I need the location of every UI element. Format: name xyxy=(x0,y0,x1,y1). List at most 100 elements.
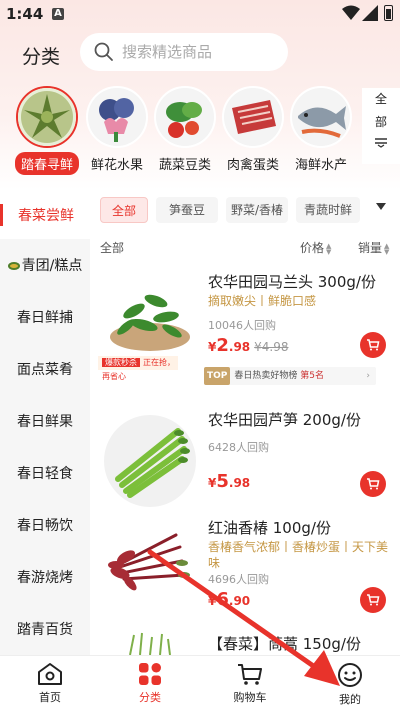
bottom-nav: 首页 分类 购物车 我的 xyxy=(0,655,400,711)
price-dec: .90 xyxy=(228,594,251,608)
product-price: ¥2.98 ¥4.98 xyxy=(208,335,289,356)
nav-label: 分类 xyxy=(139,691,161,704)
top-category-label: 肉禽蛋类 xyxy=(226,158,279,173)
nav-label: 购物车 xyxy=(233,691,267,704)
sidebar-item-qingtuan[interactable]: 青团/糕点 xyxy=(0,241,90,291)
rank-text: 春日热卖好物榜 xyxy=(234,371,298,381)
nav-label: 首页 xyxy=(39,691,61,704)
signal-icon xyxy=(362,5,378,21)
sidebar-item-drinks[interactable]: 春日畅饮 xyxy=(0,501,90,551)
rank-banner[interactable]: TOP 春日热卖好物榜 第5名 › xyxy=(204,367,376,385)
top-category-label: 海鲜水产 xyxy=(294,158,347,173)
price-dec: .98 xyxy=(228,340,251,354)
price-dec: .98 xyxy=(228,476,251,490)
home-icon xyxy=(38,663,62,685)
sort-arrows-icon: ▲ ▼ xyxy=(326,241,332,256)
add-to-cart-button[interactable] xyxy=(360,332,386,358)
product-buyers: 10046人回购 xyxy=(208,319,276,332)
sort-bar: 全部 价格 ▲ ▼ 销量 ▲ ▼ xyxy=(90,239,400,261)
add-to-cart-button[interactable] xyxy=(360,587,386,613)
search-input[interactable] xyxy=(122,33,282,71)
sidebar-item-selected[interactable]: 春菜尝鲜 xyxy=(0,195,90,235)
top-category-spring[interactable]: 踏春寻鲜 xyxy=(12,86,82,175)
smiley-icon xyxy=(338,663,362,687)
rank-position: 第5名 xyxy=(300,371,325,381)
top-category-meat-eggs[interactable]: 肉禽蛋类 xyxy=(218,86,288,175)
seafood-image xyxy=(290,86,352,148)
sidebar-item-light-meals[interactable]: 春日轻食 xyxy=(0,449,90,499)
product-image xyxy=(100,631,200,655)
all-label-1: 全 xyxy=(374,92,387,106)
page-title: 分类 xyxy=(22,46,61,68)
sort-sales-label: 销量 xyxy=(358,241,383,255)
top-category-label: 踏春寻鲜 xyxy=(14,152,79,175)
price-original: ¥4.98 xyxy=(254,340,289,354)
category-sidebar: 青团/糕点 春日鲜捕 面点菜肴 春日鲜果 春日轻食 春日畅饮 春游烧烤 踏青百货 xyxy=(0,239,90,655)
sidebar-item-label: 春菜尝鲜 xyxy=(18,208,74,224)
product-name: 农华田园马兰头 300g/份 xyxy=(208,273,376,291)
selected-indicator xyxy=(0,204,3,226)
spring-fresh-image xyxy=(16,86,78,148)
chip-all[interactable]: 全部 xyxy=(100,197,148,223)
status-time: 1:44 xyxy=(6,5,44,23)
product-card[interactable]: 爆款秒杀 正在抢，再省心 农华田园马兰头 300g/份 摘取嫩尖丨鲜脆口感 100… xyxy=(90,271,400,396)
product-card[interactable]: 红油香椿 100g/份 香椿香气浓郁丨香椿炒蛋丨天下美味 4696人回购 ¥6.… xyxy=(90,517,400,642)
sort-sales[interactable]: 销量 ▲ ▼ xyxy=(358,239,389,256)
nav-home[interactable]: 首页 xyxy=(10,662,90,705)
wifi-icon xyxy=(342,5,360,20)
nav-cart[interactable]: 购物车 xyxy=(210,662,290,705)
product-name: 【春菜】茼蒿 150g/份 xyxy=(208,635,361,653)
chip-wild-greens[interactable]: 野菜/香椿 xyxy=(226,197,288,223)
product-image xyxy=(100,517,200,617)
cart-icon xyxy=(367,594,380,606)
promo-badge: 爆款秒杀 正在抢，再省心 xyxy=(98,356,178,381)
menu-icon xyxy=(375,138,387,148)
promo-tag: 爆款秒杀 xyxy=(102,358,140,367)
top-category-seafood[interactable]: 海鲜水产 xyxy=(286,86,356,175)
status-bar: 1:44 A xyxy=(0,0,400,28)
battery-icon xyxy=(384,5,393,21)
price-int: 6 xyxy=(216,589,229,610)
sort-price[interactable]: 价格 ▲ ▼ xyxy=(300,239,331,256)
sidebar-item-bbq[interactable]: 春游烧烤 xyxy=(0,553,90,603)
category-grid-icon xyxy=(139,663,161,685)
top-category-vegetables[interactable]: 蔬菜豆类 xyxy=(150,86,220,175)
filter-chips: 全部 笋蚕豆 野菜/香椿 青蔬时鲜 xyxy=(98,197,398,223)
sort-price-label: 价格 xyxy=(300,241,325,255)
product-buyers: 4696人回购 xyxy=(208,573,269,586)
product-card[interactable]: 【春菜】茼蒿 150g/份 xyxy=(90,631,400,655)
flowers-fruits-image xyxy=(86,86,148,148)
chip-bamboo-beans[interactable]: 笋蚕豆 xyxy=(156,197,218,223)
sidebar-item-outing-goods[interactable]: 踏青百货 xyxy=(0,605,90,655)
rank-top-badge: TOP xyxy=(204,367,231,385)
sidebar-item-noodle-dishes[interactable]: 面点菜肴 xyxy=(0,345,90,395)
top-category-flowers-fruits[interactable]: 鲜花水果 xyxy=(82,86,152,175)
search-bar[interactable] xyxy=(80,33,288,71)
chip-seasonal-greens[interactable]: 青蔬时鲜 xyxy=(296,197,360,223)
product-card[interactable]: 农华田园芦笋 200g/份 6428人回购 ¥5.98 xyxy=(90,409,400,534)
chevron-down-icon[interactable] xyxy=(376,203,386,210)
product-buyers: 6428人回购 xyxy=(208,441,269,454)
price-int: 5 xyxy=(216,471,229,492)
sidebar-item-label: 青团/糕点 xyxy=(21,258,83,274)
product-desc: 香椿香气浓郁丨香椿炒蛋丨天下美味 xyxy=(208,540,389,570)
sidebar-item-spring-catch[interactable]: 春日鲜捕 xyxy=(0,293,90,343)
price-int: 2 xyxy=(216,335,229,356)
all-label-2: 部 xyxy=(374,115,387,129)
top-category-label: 鲜花水果 xyxy=(90,158,143,173)
cart-icon xyxy=(367,339,380,351)
cart-icon xyxy=(367,478,380,490)
sidebar-item-spring-fruits[interactable]: 春日鲜果 xyxy=(0,397,90,447)
sort-arrows-icon: ▲ ▼ xyxy=(384,241,390,256)
add-to-cart-button[interactable] xyxy=(360,471,386,497)
sort-all[interactable]: 全部 xyxy=(100,239,124,256)
chevron-right-icon: › xyxy=(366,371,370,381)
product-name: 红油香椿 100g/份 xyxy=(208,519,331,537)
search-icon xyxy=(94,42,113,61)
top-category-row: 踏春寻鲜 鲜花水果 蔬菜豆类 肉禽蛋类 海鲜水产 xyxy=(0,86,360,176)
all-categories-button[interactable]: 全 部 xyxy=(362,88,400,164)
vegetables-image xyxy=(154,86,216,148)
nav-mine[interactable]: 我的 xyxy=(310,662,390,707)
nav-category[interactable]: 分类 xyxy=(110,662,190,705)
notification-a-icon: A xyxy=(52,8,64,20)
